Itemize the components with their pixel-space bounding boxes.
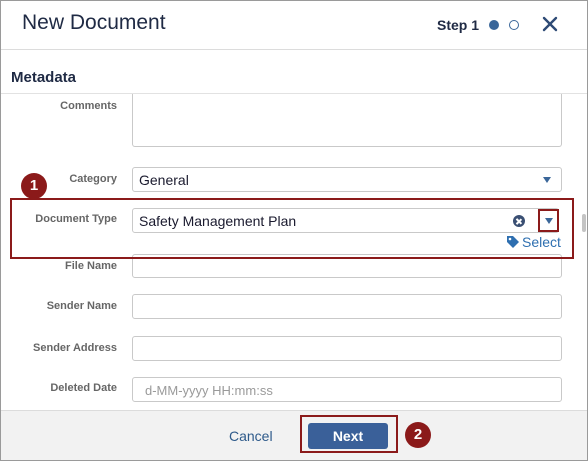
category-label: Category — [69, 173, 117, 185]
step-indicator-inactive — [509, 20, 519, 30]
sender-address-input[interactable] — [132, 336, 562, 361]
step-indicator-active — [489, 20, 499, 30]
chevron-down-icon — [543, 177, 551, 183]
close-icon — [542, 16, 558, 32]
scrollbar-thumb[interactable] — [582, 214, 586, 232]
comments-label: Comments — [60, 100, 117, 112]
comments-textarea[interactable] — [132, 94, 562, 147]
section-title-metadata: Metadata — [11, 69, 77, 86]
category-selected-value: General — [139, 172, 189, 188]
annotation-badge-2: 2 — [405, 422, 431, 448]
deleted-date-label: Deleted Date — [50, 382, 117, 394]
file-name-label: File Name — [65, 260, 117, 272]
sender-address-label: Sender Address — [33, 342, 117, 354]
category-select[interactable]: General — [132, 167, 562, 192]
new-document-dialog: New Document Step 1 Metadata Comments Ca… — [0, 0, 588, 461]
sender-name-label: Sender Name — [46, 300, 117, 312]
dialog-title: New Document — [22, 11, 166, 34]
dialog-footer: Cancel Next — [1, 410, 587, 460]
document-type-highlight — [10, 198, 574, 259]
cancel-button[interactable]: Cancel — [229, 428, 273, 444]
dialog-header: New Document Step 1 — [1, 1, 587, 50]
deleted-date-input[interactable]: d-MM-yyyy HH:mm:ss — [132, 377, 562, 402]
close-button[interactable] — [539, 13, 561, 35]
step-label: Step 1 — [437, 17, 480, 33]
annotation-badge-1: 1 — [21, 173, 47, 199]
deleted-date-placeholder: d-MM-yyyy HH:mm:ss — [145, 383, 273, 398]
sender-name-input[interactable] — [132, 294, 562, 319]
next-button-highlight — [300, 415, 398, 453]
